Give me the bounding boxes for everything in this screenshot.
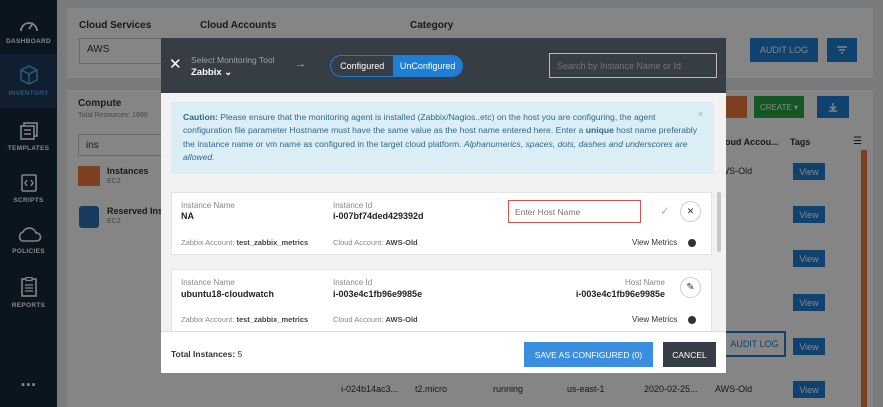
view-metrics-link[interactable]: View Metrics bbox=[632, 315, 677, 324]
modal-body: Caution: Please ensure that the monitori… bbox=[161, 93, 726, 331]
zabbix-account: Zabbix Account: test_zabbix_metrics bbox=[181, 238, 309, 247]
caution-label: Caution: bbox=[183, 112, 218, 122]
cancel-button[interactable]: CANCEL bbox=[663, 342, 716, 367]
total-instances: Total Instances: 5 bbox=[171, 349, 243, 359]
host-name-input[interactable] bbox=[508, 200, 641, 223]
instance-id-value: i-003e4c1fb96e9985e bbox=[333, 289, 423, 299]
modal-footer: Total Instances: 5 SAVE AS CONFIGURED (0… bbox=[161, 331, 726, 373]
confirm-check-icon[interactable]: ✓ bbox=[655, 201, 675, 221]
instance-id-value: i-007bf74ded429392d bbox=[333, 211, 424, 221]
edit-pencil-icon[interactable]: ✎ bbox=[680, 277, 701, 298]
instance-name-value: NA bbox=[181, 211, 194, 221]
instance-id-label: Instance Id bbox=[333, 278, 373, 287]
caution-unique: unique bbox=[585, 125, 614, 136]
tool-dropdown[interactable]: Zabbix ⌄ bbox=[191, 67, 232, 78]
arrow-right-icon: → bbox=[295, 58, 306, 70]
close-icon[interactable]: ✕ bbox=[169, 57, 182, 72]
tool-value: Zabbix bbox=[191, 67, 222, 78]
configured-toggle: Configured UnConfigured bbox=[330, 55, 463, 77]
chevron-down-icon: ⌄ bbox=[224, 67, 233, 78]
instance-search-input[interactable] bbox=[549, 53, 717, 78]
view-metrics-link[interactable]: View Metrics bbox=[632, 238, 677, 247]
cancel-x-icon[interactable]: ✕ bbox=[680, 201, 701, 222]
instance-name-label: Instance Name bbox=[181, 278, 235, 287]
tab-configured[interactable]: Configured bbox=[331, 56, 393, 76]
cloud-account: Cloud Account: AWS-Old bbox=[333, 315, 418, 324]
caution-text-1: Please ensure that the monitoring agent … bbox=[183, 112, 656, 136]
cloud-account: Cloud Account: AWS-Old bbox=[333, 238, 418, 247]
save-as-configured-button[interactable]: SAVE AS CONFIGURED (0) bbox=[524, 342, 653, 367]
instance-name-label: Instance Name bbox=[181, 201, 235, 210]
instance-card: Instance Name ubuntu18-cloudwatch Instan… bbox=[171, 269, 712, 331]
modal-header: ✕ Select Monitoring Tool Zabbix ⌄ → Conf… bbox=[161, 38, 726, 93]
host-name-label: Host Name bbox=[624, 278, 665, 287]
zabbix-account: Zabbix Account: test_zabbix_metrics bbox=[181, 315, 309, 324]
host-name-value: i-003e4c1fb96e9985e bbox=[575, 289, 665, 299]
close-alert-icon[interactable]: ✕ bbox=[697, 108, 704, 121]
instance-card: Instance Name NA Instance Id i-007bf74de… bbox=[171, 192, 712, 255]
select-tool-label: Select Monitoring Tool bbox=[191, 55, 275, 65]
caution-alert: Caution: Please ensure that the monitori… bbox=[171, 102, 714, 174]
monitoring-config-modal: ✕ Select Monitoring Tool Zabbix ⌄ → Conf… bbox=[161, 38, 726, 373]
info-icon[interactable] bbox=[688, 316, 696, 324]
tab-unconfigured[interactable]: UnConfigured bbox=[393, 56, 462, 76]
info-icon[interactable] bbox=[688, 239, 696, 247]
modal-scrollbar[interactable] bbox=[717, 192, 721, 252]
instance-id-label: Instance Id bbox=[333, 201, 373, 210]
instance-name-value: ubuntu18-cloudwatch bbox=[181, 289, 274, 299]
